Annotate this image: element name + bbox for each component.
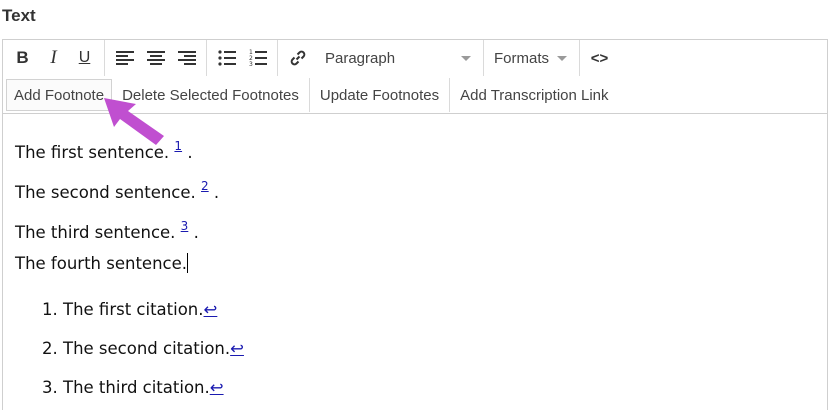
italic-icon: I xyxy=(50,47,57,68)
chevron-down-icon xyxy=(461,55,471,61)
footnote-backref-link[interactable]: ↩ xyxy=(230,339,244,358)
numbered-list-icon: 123 xyxy=(249,49,267,67)
source-group: <> xyxy=(580,40,619,76)
align-left-icon xyxy=(115,51,134,65)
rich-text-editor: B I U 123 Paragraph Formats <> Add Footn… xyxy=(2,39,828,410)
add-footnote-button[interactable]: Add Footnote xyxy=(6,79,113,111)
footnote-text: The second citation. xyxy=(63,339,231,358)
source-code-button[interactable]: <> xyxy=(584,43,615,73)
block-format-value: Paragraph xyxy=(325,49,396,67)
footnote-item: 3. The third citation.↩ xyxy=(42,368,815,407)
formats-label: Formats xyxy=(494,49,550,67)
editor-content[interactable]: The first sentence. 1 . The second sente… xyxy=(3,114,827,407)
align-left-button[interactable] xyxy=(109,43,140,73)
align-right-button[interactable] xyxy=(171,43,202,73)
footnote-number: 3. xyxy=(42,378,58,397)
source-code-icon: <> xyxy=(590,49,609,67)
bold-icon: B xyxy=(16,48,29,67)
bullet-list-icon xyxy=(217,50,236,66)
footnote-item: 2. The second citation.↩ xyxy=(42,329,815,368)
paragraph: The third sentence. 3 . xyxy=(15,210,815,250)
block-format-dropdown[interactable]: Paragraph xyxy=(313,43,479,73)
footnote-ref-link[interactable]: 3 xyxy=(181,219,189,233)
footnote-item: 1. The first citation.↩ xyxy=(42,290,815,329)
paragraph-text: The fourth sentence. xyxy=(15,254,188,273)
formats-group: Formats xyxy=(484,40,581,76)
list-group: 123 xyxy=(207,40,278,76)
add-transcription-link-button[interactable]: Add Transcription Link xyxy=(450,78,618,112)
numbered-list-button[interactable]: 123 xyxy=(242,43,273,73)
bold-button[interactable]: B xyxy=(7,43,38,73)
align-center-button[interactable] xyxy=(140,43,171,73)
annotation-arrow-shape xyxy=(104,98,164,145)
toolbar-row-footnotes: Add Footnote Delete Selected Footnotes U… xyxy=(3,78,619,112)
link-icon xyxy=(290,50,305,66)
italic-button[interactable]: I xyxy=(38,43,69,73)
align-right-icon xyxy=(177,51,196,65)
paragraph-text: The second sentence. xyxy=(15,183,196,202)
paragraph-text: The third sentence. xyxy=(15,223,176,242)
alignment-group xyxy=(105,40,207,76)
footnote-text: The third citation. xyxy=(63,378,210,397)
footnotes-list: 1. The first citation.↩ 2. The second ci… xyxy=(15,290,815,407)
text-style-group: B I U xyxy=(3,40,105,76)
field-label: Text xyxy=(2,6,36,25)
link-button[interactable] xyxy=(282,43,313,73)
formats-dropdown[interactable]: Formats xyxy=(488,43,575,73)
text-cursor xyxy=(187,253,189,273)
footnote-ref-link[interactable]: 2 xyxy=(201,179,209,193)
footnote-number: 1. xyxy=(42,300,58,319)
paragraph-end: . xyxy=(187,143,193,162)
footnote-backref-link[interactable]: ↩ xyxy=(210,378,224,397)
footnote-number: 2. xyxy=(42,339,58,358)
footnote-ref-link[interactable]: 1 xyxy=(174,139,182,153)
paragraph: The fourth sentence. xyxy=(15,250,815,290)
paragraph-end: . xyxy=(193,223,199,242)
paragraph: The second sentence. 2 . xyxy=(15,170,815,210)
update-footnotes-button[interactable]: Update Footnotes xyxy=(310,78,451,112)
bullet-list-button[interactable] xyxy=(211,43,242,73)
toolbar-row-formatting: B I U 123 Paragraph Formats <> xyxy=(3,40,619,76)
insert-group: Paragraph xyxy=(278,40,484,76)
footnote-backref-link[interactable]: ↩ xyxy=(204,300,218,319)
paragraph-end: . xyxy=(213,183,220,202)
svg-text:3: 3 xyxy=(249,61,253,67)
footnote-text: The first citation. xyxy=(63,300,204,319)
underline-icon: U xyxy=(78,49,91,66)
align-center-icon xyxy=(146,51,165,65)
underline-button[interactable]: U xyxy=(69,43,100,73)
chevron-down-icon xyxy=(557,55,568,61)
annotation-arrow-icon xyxy=(104,98,164,145)
